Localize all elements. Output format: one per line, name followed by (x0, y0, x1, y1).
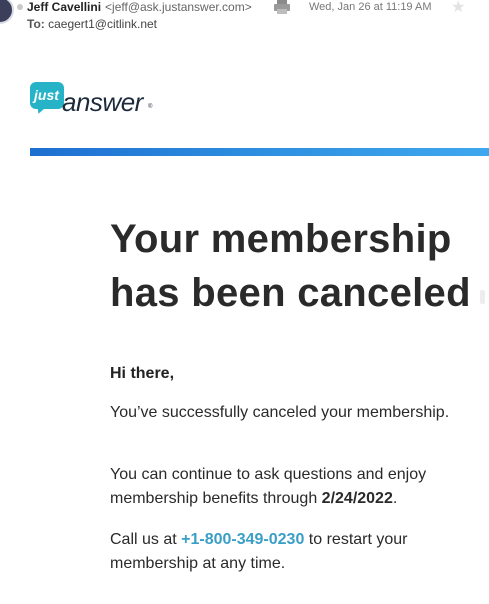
recipient-line: To: caegert1@citlink.net (27, 17, 157, 31)
status-dot-icon (17, 4, 23, 10)
headline-line-2: has been canceled (110, 271, 471, 315)
sender-address[interactable]: <jeff@ask.justanswer.com> (105, 0, 252, 14)
brand-divider-bar (30, 148, 489, 156)
email-header: Jeff Cavellini <jeff@ask.justanswer.com> … (0, 0, 489, 36)
cancel-confirmation-text: You’ve successfully canceled your member… (110, 404, 450, 421)
restart-paragraph: Call us at +1-800-349-0230 to restart yo… (110, 528, 470, 576)
print-icon[interactable] (273, 0, 291, 14)
restart-text-start: Call us at (110, 531, 182, 548)
sender-name[interactable]: Jeff Cavellini (27, 0, 101, 14)
phone-link[interactable]: +1-800-349-0230 (181, 531, 304, 548)
email-date: Wed, Jan 26 at 11:19 AM (309, 1, 432, 13)
sender-avatar[interactable] (0, 0, 14, 24)
headline: Your membership has been canceled (110, 212, 480, 320)
scrollbar-thumb[interactable] (480, 290, 485, 304)
benefits-end-date: 2/24/2022 (321, 490, 393, 507)
sender-line: Jeff Cavellini <jeff@ask.justanswer.com> (27, 0, 252, 14)
star-icon[interactable]: ★ (451, 0, 465, 17)
recipient-address[interactable]: caegert1@citlink.net (48, 17, 157, 31)
logo-just-text: just (34, 87, 59, 103)
logo-trademark: ® (148, 104, 153, 110)
logo-bubble-tail (33, 103, 47, 116)
benefits-period: . (392, 490, 398, 507)
logo-answer-text: answer (62, 87, 143, 117)
headline-line-1: Your membership (110, 217, 452, 261)
to-label: To: (27, 17, 45, 31)
greeting: Hi there, (110, 365, 175, 382)
benefits-paragraph: You can continue to ask questions and en… (110, 463, 470, 511)
justanswer-logo[interactable]: just answer ® (30, 82, 160, 122)
